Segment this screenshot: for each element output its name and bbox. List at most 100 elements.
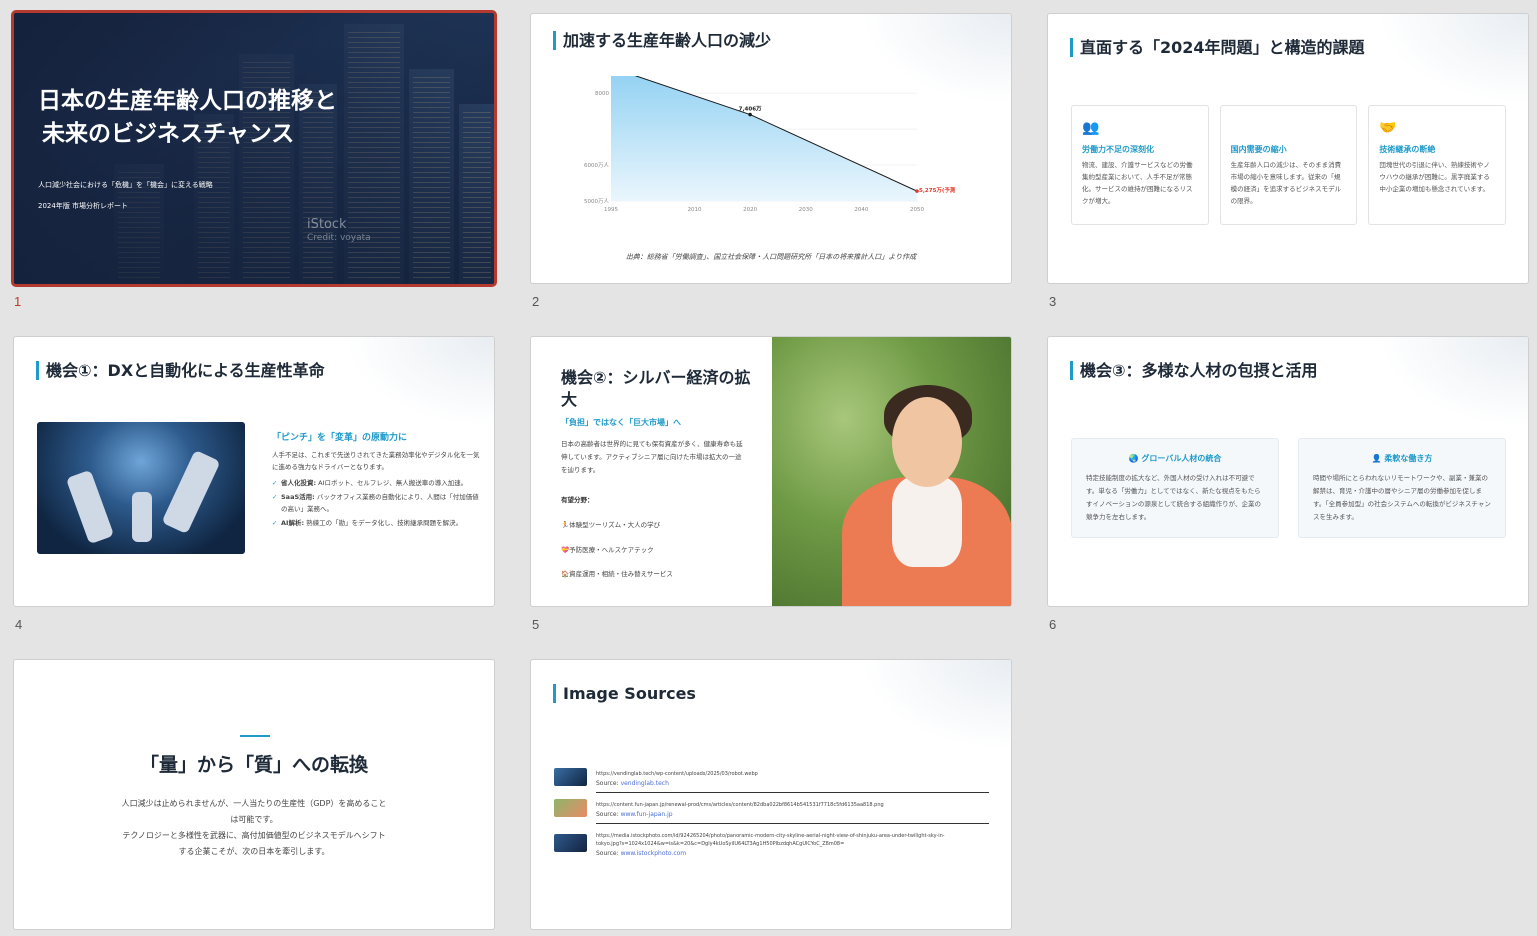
source-label: Source: (596, 811, 619, 818)
card-title: 🌏 グローバル人材の統合 (1086, 453, 1264, 464)
card-title: 技術継承の断絶 (1379, 145, 1436, 154)
opportunity-cards: 🌏 グローバル人材の統合 特定技能制度の拡大など、外国人材の受け入れは不可避です… (1071, 438, 1506, 538)
text-line: する企業こそが、次の日本を牽引します。 (178, 847, 330, 856)
slide-thumbnail-3[interactable]: 直面する「2024年問題」と構造的課題 👥 労働力不足の深刻化 物流、建設、介護… (1047, 13, 1529, 284)
list-item: 💝予防医療・ヘルスケアテック (561, 546, 654, 554)
robot-arm-shape (132, 492, 152, 542)
source-label: Source: (596, 850, 619, 857)
list-heading: 有望分野： (561, 496, 594, 504)
card-body: 時間や場所にとらわれないリモートワークや、副業・兼業の解禁は、育児・介護中の層や… (1313, 474, 1491, 521)
x-tick-label: 2030 (799, 207, 813, 213)
card-body: 物流、建設、介護サービスなどの労働集約型産業において、人手不足が常態化。サービス… (1082, 161, 1193, 205)
slide-title: 機会③：多様な人材の包摂と活用 (1070, 361, 1318, 380)
x-tick-label: 1995 (604, 207, 618, 213)
dx-list: 省人化投資: AIロボット、セルフレジ、無人搬送車の導入加速。 SaaS活用: … (272, 477, 482, 531)
report-meta: 2024年版 市場分析レポート (38, 202, 129, 210)
chart-source: 出典：総務省「労働調査」、国立社会保障・人口問題研究所「日本の将来推計人口」より… (625, 253, 917, 261)
source-label: Source: (596, 780, 619, 787)
divider (596, 823, 989, 824)
source-url: https://content.fun-japan.jp/renewal-pro… (596, 802, 884, 808)
opportunity-card: 👤 柔軟な働き方 時間や場所にとらわれないリモートワークや、副業・兼業の解禁は、… (1298, 438, 1506, 538)
slide-thumbnail-7[interactable]: 「量」から「質」への転換 人口減少は止められませんが、一人当たりの生産性（GDP… (13, 659, 495, 930)
people-icon: 👥 (1082, 120, 1100, 136)
data-label: 7,406万 (739, 106, 762, 113)
source-site: Source: vendinglab.tech (596, 780, 669, 787)
photo-shape (892, 477, 962, 567)
accent-line (240, 735, 270, 737)
corner-decoration (861, 660, 1011, 750)
population-chart: 8000 6000万人 5000万人 1995 2010 2020 2030 2040 2050… (584, 76, 955, 213)
robot-factory-image (37, 422, 245, 554)
source-site: Source: www.fun-japan.jp (596, 811, 673, 818)
handshake-icon: 🤝 (1379, 120, 1397, 136)
source-row: https://vendinglab.tech/wp-content/uploa… (554, 768, 989, 800)
divider (596, 792, 989, 793)
slide-title: 日本の生産年齢人口の推移と 未来のビジネスチャンス (38, 85, 337, 151)
slide-thumbnail-6[interactable]: 機会③：多様な人材の包摂と活用 🌏 グローバル人材の統合 特定技能制度の拡大など… (1047, 336, 1529, 607)
text-line: テクノロジーと多様性を武器に、高付加価値型のビジネスモデルへシフト (122, 831, 386, 840)
card-title: 国内需要の縮小 (1230, 145, 1287, 154)
item-label: 省人化投資: (281, 479, 317, 487)
thumbnail-image (554, 768, 587, 786)
x-tick-label: 2050 (910, 207, 924, 213)
text-line: は可能です。 (230, 815, 278, 824)
section-body: 人手不足は、これまで先送りされてきた業務効率化やデジタル化を一気に進める強力なド… (272, 451, 480, 471)
card-title-text: グローバル人材の統合 (1141, 454, 1222, 463)
senior-woman-photo (772, 337, 1011, 606)
list-item: 🏠資産運用・相続・住み替えサービス (561, 570, 673, 578)
card-body: 特定技能制度の拡大など、外国人材の受け入れは不可避です。単なる「労働力」としてで… (1086, 474, 1262, 521)
item-label: SaaS活用: (281, 493, 315, 501)
slide-thumbnail-5[interactable]: 機会②：シルバー経済の拡大 「負担」ではなく「巨大市場」へ 日本の高齢者は世界的… (530, 336, 1012, 607)
slide-title: 加速する生産年齢人口の減少 (553, 31, 771, 50)
challenge-card: 🤝 技術継承の断絶 団塊世代の引退に伴い、熟練技術やノウハウの継承が困難に。黒字… (1368, 105, 1507, 225)
slide-number-4: 4 (15, 617, 23, 632)
challenge-card: 👥 労働力不足の深刻化 物流、建設、介護サービスなどの労働集約型産業において、人… (1071, 105, 1209, 225)
card-title: 労働力不足の深刻化 (1082, 145, 1154, 154)
source-site: Source: www.istockphoto.com (596, 850, 686, 857)
item-text: 熟練工の「勘」をデータ化し、技術継承問題を解決。 (304, 519, 463, 527)
section-body: 日本の高齢者は世界的に見ても保有資産が多く、健康寿命も延伸しています。アクティブ… (561, 440, 743, 474)
corner-decoration (344, 337, 494, 427)
title-line-1: 日本の生産年齢人口の推移と (38, 88, 337, 114)
list-item: 省人化投資: AIロボット、セルフレジ、無人搬送車の導入加速。 (272, 477, 482, 489)
title-line-2: 未来のビジネスチャンス (42, 121, 295, 147)
slide-thumbnail-8[interactable]: Image Sources https://vendinglab.tech/wp… (530, 659, 1012, 930)
thumbnail-image (554, 834, 587, 852)
slide-title: 機会①：DXと自動化による生産性革命 (36, 361, 325, 380)
source-row: https://content.fun-japan.jp/renewal-pro… (554, 799, 989, 831)
stock-watermark: iStock (307, 217, 347, 232)
source-url: https://vendinglab.tech/wp-content/uploa… (596, 771, 758, 777)
text-line: 人口減少は止められませんが、一人当たりの生産性（GDP）を高めること (121, 799, 387, 808)
globe-icon: 🌏 (1128, 454, 1139, 463)
source-url: https://media.istockphoto.com/id/9242652… (596, 833, 945, 847)
item-text: AIロボット、セルフレジ、無人搬送車の導入加速。 (316, 479, 468, 487)
robot-arm-shape (161, 449, 221, 535)
photo-credit: Credit: voyata (307, 233, 371, 243)
data-point (748, 112, 752, 117)
section-heading: 「ピンチ」を「変革」の原動力に (272, 433, 408, 443)
opportunity-card: 🌏 グローバル人材の統合 特定技能制度の拡大など、外国人材の受け入れは不可避です… (1071, 438, 1279, 538)
source-link[interactable]: www.istockphoto.com (621, 850, 687, 857)
robot-arm-shape (65, 469, 115, 545)
slide-thumbnail-1[interactable]: 日本の生産年齢人口の推移と 未来のビジネスチャンス 人口減少社会における「危機」… (11, 10, 497, 287)
slide-title: 「量」から「質」への転換 (139, 754, 368, 776)
thumbnail-image (554, 799, 587, 817)
slide-thumbnail-2[interactable]: 加速する生産年齢人口の減少 8000 6000万人 5000万人 1995 2010 20… (530, 13, 1012, 284)
source-link[interactable]: www.fun-japan.jp (621, 811, 673, 818)
conclusion-text: 人口減少は止められませんが、一人当たりの生産性（GDP）を高めること は可能です… (102, 796, 406, 860)
challenge-card: 🏬 国内需要の縮小 生産年齢人口の減少は、そのまま消費市場の縮小を意味します。従… (1219, 105, 1358, 225)
slide-title: 直面する「2024年問題」と構造的課題 (1070, 38, 1365, 57)
slide-title: 機会②：シルバー経済の拡大 (561, 368, 751, 409)
slide-number-5: 5 (532, 617, 540, 632)
y-tick-label: 6000万人 (584, 162, 609, 169)
data-label: 5,275万(予測) (919, 186, 955, 194)
list-item: 🏃体験型ツーリズム・大人の学び (561, 521, 661, 529)
list-item: SaaS活用: バックオフィス業務の自動化により、人間は「付加価値の高い」業務へ… (272, 491, 482, 515)
y-tick-label: 8000 (595, 91, 609, 97)
user-clock-icon: 👤 (1371, 454, 1382, 463)
x-tick-label: 2020 (743, 207, 757, 213)
card-title-text: 柔軟な働き方 (1384, 454, 1433, 463)
source-link[interactable]: vendinglab.tech (621, 780, 669, 787)
corner-decoration (1378, 337, 1528, 427)
slide-thumbnail-4[interactable]: 機会①：DXと自動化による生産性革命 「ピンチ」を「変革」の原動力に 人手不足は… (13, 336, 495, 607)
